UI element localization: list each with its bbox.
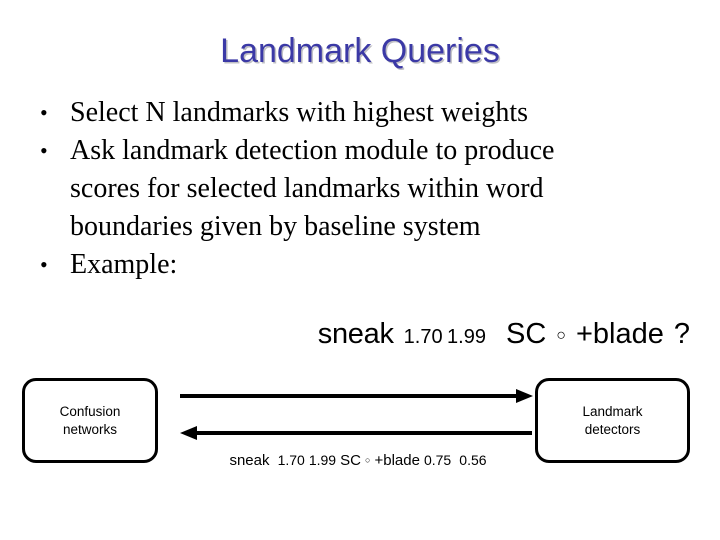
example-query-string: sneak 1.70 1.99 SC ○ +blade? [0,318,690,351]
confusion-networks-box: Confusion networks [22,378,158,463]
bullet-text: Example: [70,249,178,280]
list-item: • Select N landmarks with highest weight… [26,94,698,132]
bullet-marker-icon: • [40,100,48,125]
landmark-detectors-label-line2: detectors [584,421,641,437]
result-score-2: 1.99 [308,452,337,468]
arrow-left-icon [180,426,532,440]
example-score-2: 1.99 [447,326,486,348]
result-tag: SC [340,452,361,469]
confusion-networks-label-line2: networks [62,421,117,437]
example-query-mark: ? [673,318,690,350]
arrow-shaft [196,431,532,435]
bullet-text: Ask landmark detection module to produce [70,135,555,166]
list-item: • Ask landmark detection module to produ… [26,132,698,170]
arrow-head [516,389,533,403]
bullet-marker-icon: • [40,138,48,163]
example-plus-word: +blade [575,318,664,350]
example-score-1: 1.70 [403,326,443,348]
example-word: sneak [317,318,394,350]
landmark-detectors-box: Landmark detectors [535,378,690,463]
system-diagram: Confusion networks Landmark detectors sn… [0,368,720,488]
list-item: • Example: [26,246,698,284]
bullet-text: Select N landmarks with highest weights [70,97,529,128]
circle-icon: ○ [556,327,566,344]
result-word: sneak [229,452,270,469]
landmark-detectors-label-line1: Landmark [582,403,643,419]
circle-icon: ○ [365,455,371,465]
bullet-text-continuation: scores for selected landmarks within wor… [70,173,544,204]
arrow-right-icon [180,389,533,403]
result-score-1: 1.70 [277,452,305,468]
bullet-marker-icon: • [40,252,48,277]
bullet-text-continuation: boundaries given by baseline system [70,211,481,242]
arrow-head [180,426,197,440]
bullet-list: • Select N landmarks with highest weight… [26,94,698,284]
example-tag: SC [505,318,547,350]
confusion-networks-label-line1: Confusion [59,403,121,419]
result-score-3: 0.75 [423,452,452,468]
result-query-string: sneak 1.70 1.99 SC ○ +blade 0.75 0.56 [178,452,538,469]
arrow-shaft [180,394,518,398]
result-score-4: 0.56 [459,452,487,468]
page-title: Landmark Queries [220,32,500,70]
result-plus-word: +blade [374,452,420,469]
